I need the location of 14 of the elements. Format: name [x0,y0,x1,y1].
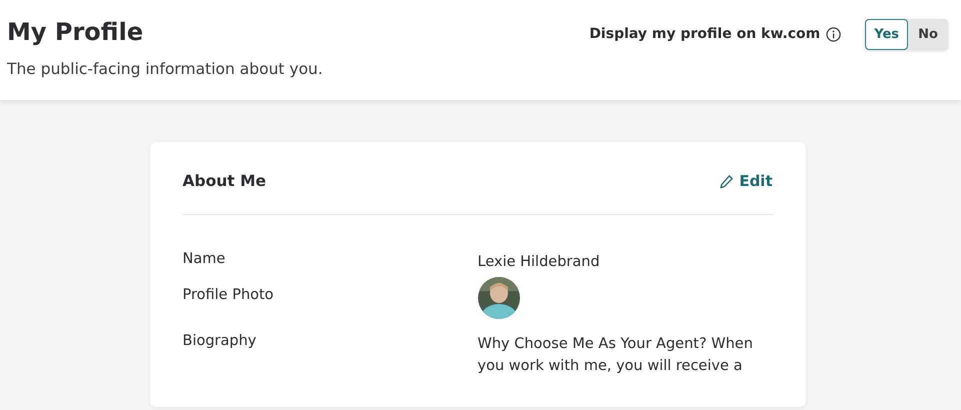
display-label: Display my profile on kw.com [589,26,820,42]
pencil-icon [719,174,734,188]
field-value: Why Choose Me As Your Agent? When you work with me, you will receive a [478,335,754,376]
card-title: About Me [182,172,266,190]
field-value: Lexie Hildebrand [478,253,601,272]
field-label: Name [182,251,226,269]
field-label: Biography [182,333,258,351]
page-subtitle: The public-facing information about you. [7,60,323,78]
info-icon[interactable] [826,26,842,42]
field-label: Profile Photo [182,287,275,305]
toggle-option[interactable]: Yes [865,18,908,50]
page-title: My Profile [7,18,144,46]
edit-link[interactable]: Edit [719,172,772,190]
toggle-option[interactable]: No [908,18,948,50]
